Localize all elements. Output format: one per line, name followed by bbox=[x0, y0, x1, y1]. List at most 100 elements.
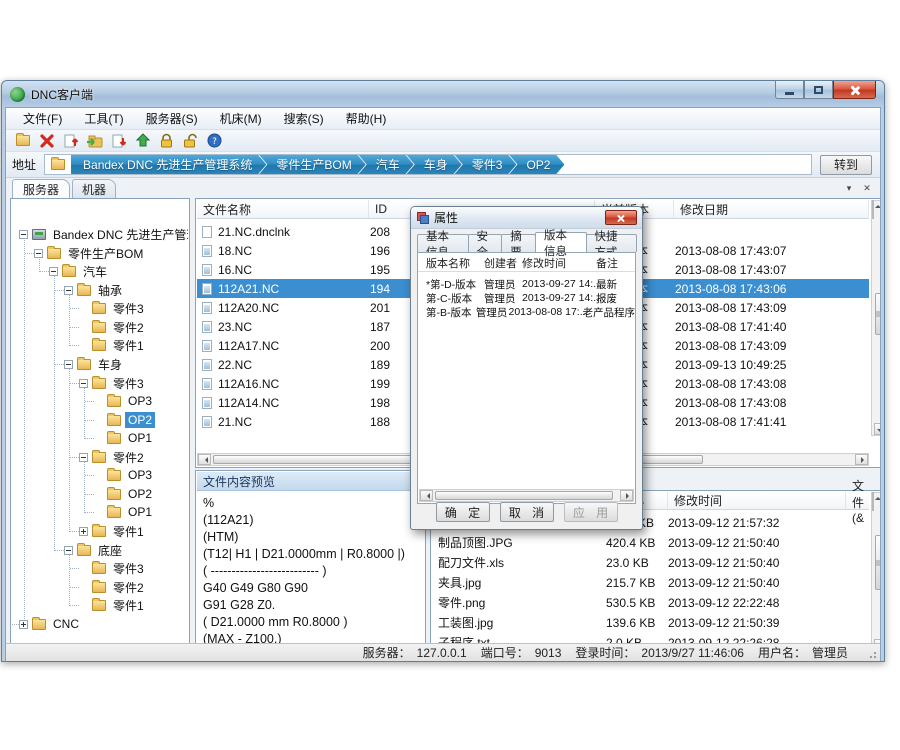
new-folder-icon[interactable] bbox=[14, 132, 31, 149]
attachment-row[interactable]: 配刀文件.xls23.0 KB2013-09-12 21:50:40 bbox=[432, 553, 869, 572]
tree-item[interactable]: 车身 bbox=[64, 355, 125, 373]
tab-version-info[interactable]: 版本信息 bbox=[535, 232, 587, 252]
column-mtime[interactable]: 修改时间 bbox=[668, 492, 846, 509]
column-version-name[interactable]: 版本名称 bbox=[418, 255, 484, 271]
tree-item[interactable]: 零件1 bbox=[79, 522, 147, 540]
column-file[interactable]: 文件(& bbox=[846, 492, 869, 509]
scroll-left-icon[interactable] bbox=[198, 454, 211, 465]
expander-minus-icon[interactable] bbox=[79, 379, 88, 388]
titlebar[interactable]: DNC客户端 bbox=[2, 81, 884, 107]
menu-tools[interactable]: 工具(T) bbox=[75, 107, 132, 130]
panel-close-icon[interactable]: ✕ bbox=[860, 182, 874, 195]
tab-security[interactable]: 安全 bbox=[468, 234, 503, 252]
breadcrumb-segment[interactable]: 车身 bbox=[406, 154, 462, 175]
unlock-icon[interactable] bbox=[182, 132, 199, 149]
column-creator[interactable]: 创建者 bbox=[484, 255, 522, 271]
tab-machine[interactable]: 机器 bbox=[72, 179, 116, 198]
menu-server[interactable]: 服务器(S) bbox=[137, 107, 207, 130]
scroll-right-icon[interactable] bbox=[620, 490, 633, 501]
delete-icon[interactable] bbox=[38, 132, 55, 149]
column-date[interactable]: 修改日期 bbox=[674, 200, 869, 218]
scroll-thumb[interactable] bbox=[875, 535, 881, 590]
scroll-down-icon[interactable] bbox=[874, 423, 881, 435]
attachment-row[interactable]: 工装图.jpg139.6 KB2013-09-12 21:50:39 bbox=[432, 613, 869, 632]
scroll-up-icon[interactable] bbox=[872, 492, 874, 511]
breadcrumb-segment[interactable]: 汽车 bbox=[358, 154, 414, 175]
breadcrumb-segment[interactable]: 零件生产BOM bbox=[258, 154, 365, 175]
dialog-titlebar[interactable]: 属性 bbox=[411, 207, 642, 229]
tree-item[interactable]: 零件2 bbox=[79, 448, 147, 466]
check-in-file-icon[interactable] bbox=[62, 132, 79, 149]
tree-item[interactable]: 汽车 bbox=[49, 262, 110, 280]
attachments-vscrollbar[interactable] bbox=[871, 492, 881, 652]
menu-file[interactable]: 文件(F) bbox=[14, 107, 71, 130]
expander-minus-icon[interactable] bbox=[79, 453, 88, 462]
scroll-up-icon[interactable] bbox=[872, 200, 874, 219]
column-filename[interactable]: 文件名称 bbox=[197, 200, 369, 218]
scroll-thumb[interactable] bbox=[435, 491, 613, 500]
tree-item[interactable]: CNC bbox=[19, 615, 82, 633]
tree-item[interactable]: 零件1 bbox=[79, 596, 147, 614]
tree-item[interactable]: 零件3 bbox=[79, 374, 147, 392]
tree-item[interactable]: OP1 bbox=[94, 503, 155, 521]
breadcrumb-segment[interactable]: 零件3 bbox=[454, 154, 517, 175]
tree-item[interactable]: 零件3 bbox=[79, 299, 147, 317]
tree-item[interactable]: 零件2 bbox=[79, 578, 147, 596]
tab-summary[interactable]: 摘要 bbox=[501, 234, 536, 252]
close-button[interactable] bbox=[833, 81, 876, 99]
attachment-row[interactable]: 夹具.jpg215.7 KB2013-09-12 21:50:40 bbox=[432, 573, 869, 592]
expander-minus-icon[interactable] bbox=[49, 267, 58, 276]
tree-item[interactable]: 底座 bbox=[64, 541, 125, 559]
cancel-button[interactable]: 取 消 bbox=[500, 502, 554, 522]
tree-item[interactable]: OP3 bbox=[94, 392, 155, 410]
upload-icon[interactable] bbox=[134, 132, 151, 149]
column-remark[interactable]: 备注 bbox=[596, 255, 635, 271]
send-to-folder-icon[interactable] bbox=[86, 132, 103, 149]
tree-item[interactable]: Bandex DNC 先进生产管理系统 bbox=[19, 225, 188, 243]
ok-button[interactable]: 确 定 bbox=[436, 502, 490, 522]
resize-grip[interactable] bbox=[866, 648, 876, 658]
minimize-button[interactable] bbox=[775, 81, 804, 99]
dialog-hscrollbar[interactable] bbox=[419, 489, 634, 502]
tree-item[interactable]: 零件生产BOM bbox=[34, 244, 146, 262]
maximize-button[interactable] bbox=[804, 81, 833, 99]
file-list-vscrollbar[interactable] bbox=[871, 200, 881, 436]
pin-dropdown-icon[interactable]: ▾ bbox=[842, 182, 856, 195]
go-button[interactable]: 转到 bbox=[820, 155, 872, 175]
expander-plus-icon[interactable] bbox=[79, 527, 88, 536]
scroll-left-icon[interactable] bbox=[420, 490, 433, 501]
breadcrumb-root[interactable]: Bandex DNC 先进生产管理系统 bbox=[71, 154, 266, 175]
lock-icon[interactable] bbox=[158, 132, 175, 149]
version-row[interactable]: 第-C-版本管理员2013-09-27 14:...报废 bbox=[418, 291, 635, 305]
scroll-thumb[interactable] bbox=[875, 293, 881, 335]
tree-item-selected[interactable]: OP2 bbox=[94, 411, 155, 429]
menu-search[interactable]: 搜索(S) bbox=[275, 107, 333, 130]
tree-item[interactable]: 零件3 bbox=[79, 559, 147, 577]
tree-item[interactable]: 轴承 bbox=[64, 281, 125, 299]
breadcrumb-segment[interactable]: OP2 bbox=[508, 154, 564, 175]
check-out-file-icon[interactable] bbox=[110, 132, 127, 149]
scroll-right-icon[interactable] bbox=[855, 454, 868, 465]
menu-machine[interactable]: 机床(M) bbox=[211, 107, 271, 130]
tab-server[interactable]: 服务器 bbox=[12, 179, 70, 198]
breadcrumb[interactable]: Bandex DNC 先进生产管理系统 零件生产BOM 汽车 车身 零件3 OP… bbox=[44, 154, 812, 175]
attachment-row[interactable]: 零件.png530.5 KB2013-09-12 22:22:48 bbox=[432, 593, 869, 612]
tree-item[interactable]: OP1 bbox=[94, 429, 155, 447]
expander-minus-icon[interactable] bbox=[64, 286, 73, 295]
tab-shortcut[interactable]: 快捷方式 bbox=[586, 234, 638, 252]
expander-plus-icon[interactable] bbox=[19, 620, 28, 629]
expander-minus-icon[interactable] bbox=[34, 249, 43, 258]
tree-item[interactable]: 零件1 bbox=[79, 336, 147, 354]
version-row[interactable]: 第-B-版本管理员2013-08-08 17:...老产品程序 bbox=[418, 305, 635, 319]
help-icon[interactable]: ? bbox=[206, 132, 223, 149]
dialog-close-button[interactable] bbox=[605, 210, 637, 225]
version-row[interactable]: *第-D-版本管理员2013-09-27 14:...最新 bbox=[418, 277, 635, 291]
expander-minus-icon[interactable] bbox=[19, 230, 28, 239]
menu-help[interactable]: 帮助(H) bbox=[337, 107, 396, 130]
expander-minus-icon[interactable] bbox=[64, 546, 73, 555]
expander-minus-icon[interactable] bbox=[64, 360, 73, 369]
tree-item[interactable]: 零件2 bbox=[79, 318, 147, 336]
tree-item[interactable]: OP2 bbox=[94, 485, 155, 503]
tree-item[interactable]: OP3 bbox=[94, 466, 155, 484]
attachment-row[interactable]: 制品顶图.JPG420.4 KB2013-09-12 21:50:40 bbox=[432, 533, 869, 552]
